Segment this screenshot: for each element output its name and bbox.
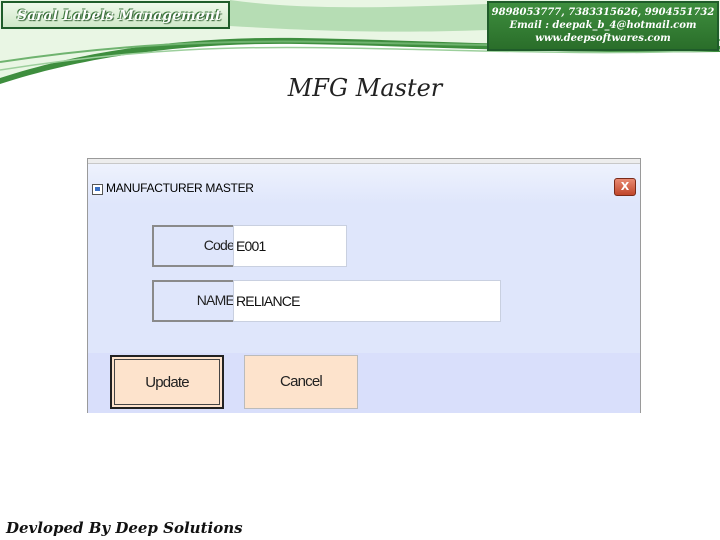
slide-title: MFG Master: [287, 74, 443, 102]
code-label: Code: [152, 225, 236, 267]
name-label: NAME: [152, 280, 236, 322]
close-icon[interactable]: X: [614, 178, 636, 196]
cancel-button[interactable]: Cancel: [244, 355, 358, 409]
contact-web: www.deepsoftwares.com: [535, 33, 671, 44]
code-field[interactable]: [233, 225, 347, 267]
brand-title: Saral Labels Management: [1, 1, 230, 29]
contact-email: Email : deepak_b_4@hotmail.com: [509, 20, 697, 31]
window-system-icon[interactable]: [92, 184, 103, 195]
dialog-titlebar[interactable]: MANUFACTURER MASTER X: [88, 164, 640, 204]
name-field[interactable]: [233, 280, 501, 322]
footer-credit: Devloped By Deep Solutions: [6, 519, 243, 537]
contact-info: 9898053777, 7383315626, 9904551732 Email…: [487, 1, 719, 51]
manufacturer-master-dialog: MANUFACTURER MASTER X Code NAME Update C…: [87, 158, 641, 413]
dialog-title: MANUFACTURER MASTER: [106, 181, 254, 195]
update-button[interactable]: Update: [110, 355, 224, 409]
contact-phones: 9898053777, 7383315626, 9904551732: [491, 7, 715, 18]
